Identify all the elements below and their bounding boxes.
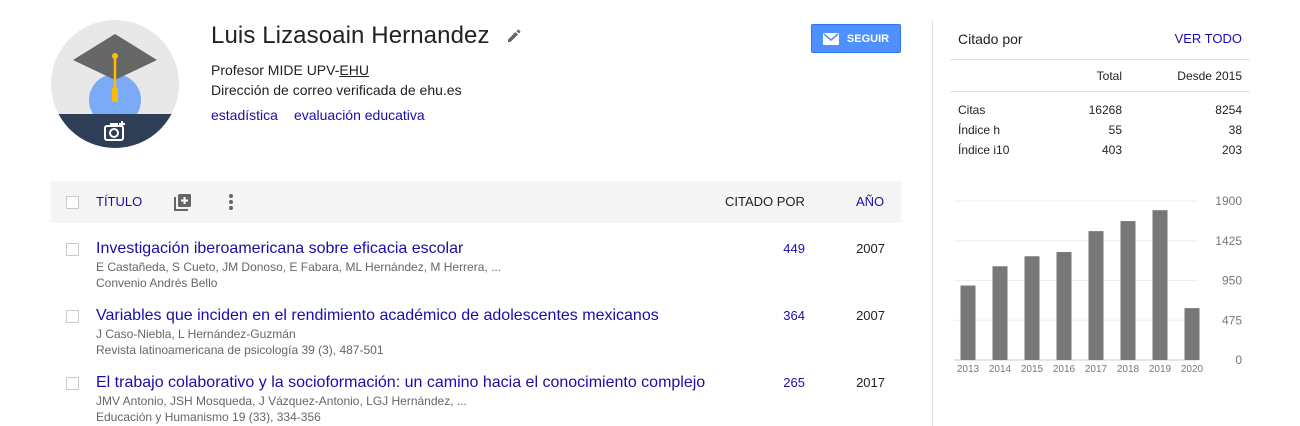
follow-button[interactable]: SEGUIR [811, 24, 901, 53]
article-cited-count[interactable]: 265 [755, 375, 805, 390]
chart-bar-2015[interactable] [1024, 256, 1040, 360]
row-checkbox[interactable] [66, 377, 79, 390]
row-checkbox[interactable] [66, 243, 79, 256]
sort-by-year[interactable]: AÑO [856, 194, 884, 209]
stats-col-total: Total [1096, 69, 1122, 83]
chart-y-tick-label: 0 [1235, 353, 1242, 367]
stats-total: 16268 [1088, 103, 1122, 117]
article-year: 2007 [856, 241, 885, 256]
articles-table-header: TÍTULO CITADO POR AÑO [51, 181, 901, 223]
profile-avatar [51, 20, 179, 148]
chart-x-tick-label: 2019 [1149, 364, 1172, 375]
follow-label: SEGUIR [846, 32, 890, 45]
cited-by-header: CITADO POR [725, 194, 805, 209]
chart-x-tick-label: 2015 [1021, 364, 1044, 375]
article-venue: Educación y Humanismo 19 (33), 334-356 [96, 410, 321, 424]
stats-since: 8254 [1215, 103, 1242, 117]
mail-icon [822, 32, 839, 45]
stats-label: Citas [958, 103, 986, 117]
table-row: El trabajo colaborativo y la socioformac… [51, 374, 901, 426]
table-row: Variables que inciden en el rendimiento … [51, 307, 901, 367]
article-title-link[interactable]: Variables que inciden en el rendimiento … [96, 307, 659, 325]
stats-col-since: Desde 2015 [1177, 69, 1242, 83]
stats-row: Índice i10 403 203 [950, 140, 1250, 160]
verified-email: Dirección de correo verificada de ehu.es [211, 82, 462, 98]
research-interests: estadística evaluación educativa [211, 107, 425, 123]
article-title-link[interactable]: El trabajo colaborativo y la socioformac… [96, 374, 705, 392]
article-authors: E Castañeda, S Cueto, JM Donoso, E Fabar… [96, 260, 502, 274]
select-all-checkbox[interactable] [66, 196, 79, 209]
article-venue: Revista latinoamericana de psicología 39… [96, 343, 384, 357]
affiliation-text: Profesor MIDE UPV- [211, 62, 340, 78]
chart-x-tick-label: 2020 [1181, 364, 1204, 375]
article-title-link[interactable]: Investigación iberoamericana sobre efica… [96, 240, 463, 258]
profile-name: Luis Lizasoain Hernandez [211, 22, 490, 49]
column-divider [932, 20, 933, 426]
chart-y-tick-label: 1425 [1215, 234, 1242, 248]
chart-bar-2013[interactable] [960, 285, 976, 360]
affiliation-org-link[interactable]: EHU [339, 62, 369, 78]
article-cited-count[interactable]: 364 [755, 308, 805, 323]
chart-bar-2016[interactable] [1056, 252, 1072, 360]
add-photo-icon[interactable] [103, 120, 127, 142]
stats-total: 55 [1108, 123, 1122, 137]
add-box-icon[interactable] [173, 192, 193, 212]
stats-header: Total Desde 2015 [950, 60, 1250, 92]
sort-by-title[interactable]: TÍTULO [96, 194, 142, 209]
stats-total: 403 [1101, 143, 1122, 157]
chart-bar-2014[interactable] [992, 266, 1008, 360]
stats-row: Índice h 55 38 [950, 120, 1250, 140]
chart-y-tick-label: 475 [1222, 313, 1242, 327]
cited-by-title: Citado por [958, 31, 1023, 47]
article-authors: JMV Antonio, JSH Mosqueda, J Vázquez-Ant… [96, 394, 467, 408]
chart-bar-2017[interactable] [1088, 231, 1104, 360]
chart-x-tick-label: 2014 [989, 364, 1012, 375]
profile-affiliation: Profesor MIDE UPV-EHU [211, 62, 369, 78]
cited-by-header-panel: Citado por VER TODO [950, 20, 1250, 60]
interest-link-educational-evaluation[interactable]: evaluación educativa [294, 107, 425, 123]
chart-x-tick-label: 2018 [1117, 364, 1140, 375]
chart-bar-2018[interactable] [1120, 221, 1136, 360]
stats-label: Índice i10 [958, 143, 1010, 157]
stats-since: 38 [1228, 123, 1242, 137]
article-cited-count[interactable]: 449 [755, 241, 805, 256]
chart-y-tick-label: 1900 [1215, 194, 1242, 208]
more-vert-icon[interactable] [228, 192, 234, 212]
pencil-icon[interactable] [506, 28, 522, 44]
stats-row: Citas 16268 8254 [950, 100, 1250, 120]
article-venue: Convenio Andrés Bello [96, 276, 218, 290]
view-all-link[interactable]: VER TODO [1175, 31, 1242, 46]
chart-bar-2020[interactable] [1184, 308, 1200, 360]
interest-link-statistics[interactable]: estadística [211, 107, 278, 123]
chart-x-tick-label: 2013 [957, 364, 980, 375]
profile-name-row: Luis Lizasoain Hernandez [211, 22, 522, 50]
citation-stats-table: Total Desde 2015 Citas 16268 8254 Índice… [950, 60, 1250, 160]
article-authors: J Caso-Niebla, L Hernández-Guzmán [96, 327, 296, 341]
article-year: 2017 [856, 375, 885, 390]
row-checkbox[interactable] [66, 310, 79, 323]
chart-y-tick-label: 950 [1222, 274, 1242, 288]
chart-x-tick-label: 2017 [1085, 364, 1108, 375]
table-row: Investigación iberoamericana sobre efica… [51, 240, 901, 300]
chart-bar-2019[interactable] [1152, 210, 1168, 360]
citations-per-year-chart: 0 475 950 1425 1900 2013 2014 2015 2016 2017 2018 2… [954, 194, 1242, 375]
article-year: 2007 [856, 308, 885, 323]
chart-x-tick-label: 2016 [1053, 364, 1076, 375]
stats-since: 203 [1221, 143, 1242, 157]
stats-label: Índice h [958, 123, 1001, 137]
